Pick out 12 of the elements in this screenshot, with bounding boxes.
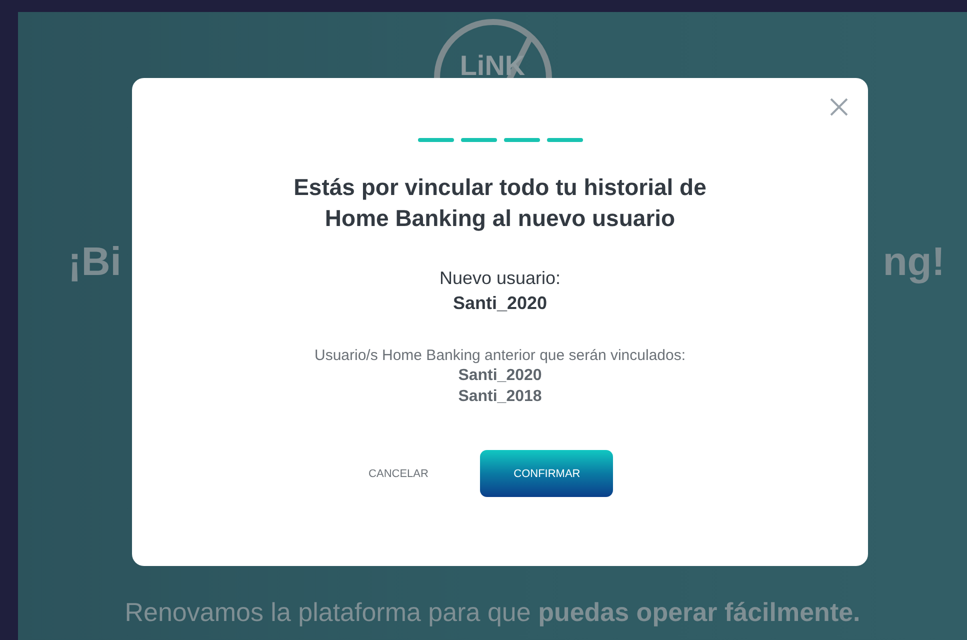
new-user-name: Santi_2020 [452, 293, 548, 314]
cancel-button[interactable]: CANCELAR [366, 462, 430, 486]
new-user-label: Nuevo usuario: [439, 268, 561, 289]
close-icon[interactable] [830, 98, 848, 116]
linked-user-name: Santi_2018 [458, 388, 542, 406]
tagline: Renovamos la plataforma para que puedas operar fácilmente. [124, 597, 860, 628]
confirm-button[interactable]: CONFIRMAR [480, 450, 614, 497]
linked-user-name: Santi_2020 [458, 367, 542, 385]
headline-text: ¡Bi [68, 240, 122, 285]
headline-text: ng! [882, 240, 945, 285]
linked-users-label: Usuario/s Home Banking anterior que serán vinculados: [314, 347, 686, 364]
dialog-title: Estás por vincular todo tu historial de Home Banking al nuevo usuario [292, 173, 708, 233]
